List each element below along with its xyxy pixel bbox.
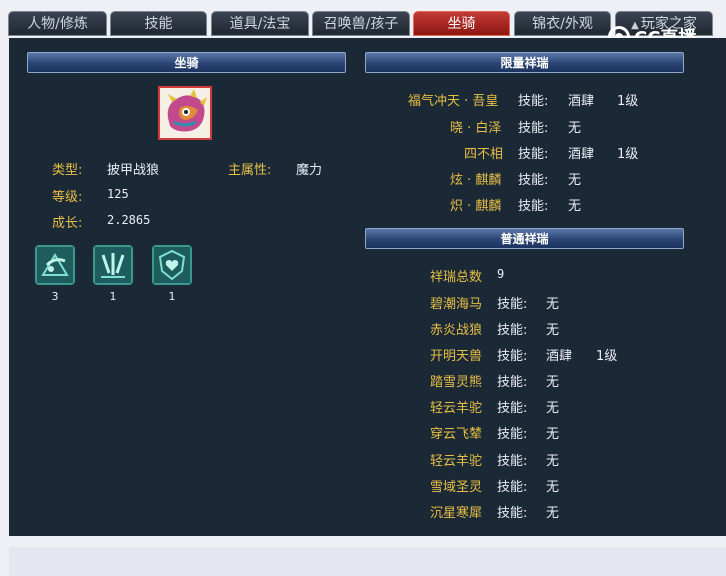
tab-mounts[interactable]: 坐骑: [413, 11, 510, 36]
tab-character[interactable]: 人物/修炼: [8, 11, 107, 36]
mount-portrait-icon: [160, 88, 210, 138]
limited-name-1: 福气冲天 · 吾皇: [408, 94, 499, 109]
limited-skill-2: 无: [568, 121, 582, 136]
limited-skill-label-2: 技能:: [518, 121, 549, 136]
tab-skills[interactable]: 技能: [110, 11, 207, 36]
normal-skill-label-4: 技能:: [497, 375, 528, 390]
skill-3-count: 1: [168, 290, 176, 303]
normal-skill-label-1: 技能:: [497, 297, 528, 312]
normal-skill-label-3: 技能:: [497, 349, 528, 364]
normal-skill-label-7: 技能:: [497, 454, 528, 469]
normal-skill-label-9: 技能:: [497, 506, 528, 521]
normal-section-header: 普通祥瑞: [365, 228, 684, 249]
normal-skill-6: 无: [546, 427, 560, 442]
limited-skill-4: 无: [568, 173, 582, 188]
skill-slot-2[interactable]: [93, 245, 133, 285]
tab-summons[interactable]: 召唤兽/孩子: [312, 11, 410, 36]
type-label: 类型:: [52, 163, 83, 178]
normal-skill-1: 无: [546, 297, 560, 312]
skill-2-count: 1: [109, 290, 117, 303]
limited-name-5: 炽 · 麒麟: [450, 199, 502, 214]
normal-skill-label-2: 技能:: [497, 323, 528, 338]
limited-name-3: 四不相: [464, 147, 504, 162]
claw-skill-icon: [95, 247, 131, 283]
limited-level-3: 1级: [617, 147, 639, 162]
normal-skill-label-6: 技能:: [497, 427, 528, 442]
level-value: 125: [107, 187, 129, 201]
normal-skill-4: 无: [546, 375, 560, 390]
limited-level-1: 1级: [617, 94, 639, 109]
limited-section-header: 限量祥瑞: [365, 52, 684, 73]
limited-skill-5: 无: [568, 199, 582, 214]
mount-panel: 坐骑 类型: 披甲战狼 主属性: 魔力 等级: 125 成长: 2.2865 3…: [9, 38, 726, 536]
normal-name-5: 轻云羊驼: [430, 401, 483, 416]
normal-skill-3: 酒肆: [546, 349, 573, 364]
wing-skill-icon: [37, 247, 73, 283]
main-attribute-value: 魔力: [296, 163, 323, 178]
normal-skill-9: 无: [546, 506, 560, 521]
limited-name-2: 晓 · 白泽: [450, 121, 502, 136]
main-attribute-label: 主属性:: [228, 163, 272, 178]
growth-label: 成长:: [52, 216, 83, 231]
normal-name-8: 雪域圣灵: [430, 480, 483, 495]
normal-skill-label-5: 技能:: [497, 401, 528, 416]
normal-skill-label-8: 技能:: [497, 480, 528, 495]
tab-appearance[interactable]: 锦衣/外观: [514, 11, 611, 36]
mount-avatar[interactable]: [158, 86, 212, 140]
normal-name-9: 沉星寒犀: [430, 506, 483, 521]
normal-name-7: 轻云羊驼: [430, 454, 483, 469]
normal-skill-5: 无: [546, 401, 560, 416]
normal-level-3: 1级: [596, 349, 618, 364]
limited-name-4: 炫 · 麒麟: [450, 173, 502, 188]
limited-skill-label-3: 技能:: [518, 147, 549, 162]
limited-skill-label-1: 技能:: [518, 94, 549, 109]
type-value: 披甲战狼: [107, 163, 160, 178]
normal-name-1: 碧潮海马: [430, 297, 483, 312]
limited-skill-3: 酒肆: [568, 147, 595, 162]
skill-slot-3[interactable]: [152, 245, 192, 285]
normal-skill-8: 无: [546, 480, 560, 495]
limited-skill-label-4: 技能:: [518, 173, 549, 188]
normal-name-3: 开明天兽: [430, 349, 483, 364]
skill-slot-1[interactable]: [35, 245, 75, 285]
bottom-strip: [9, 547, 726, 576]
limited-skill-1: 酒肆: [568, 94, 595, 109]
normal-skill-7: 无: [546, 454, 560, 469]
normal-name-2: 赤炎战狼: [430, 323, 483, 338]
growth-value: 2.2865: [107, 213, 151, 227]
level-label: 等级:: [52, 190, 83, 205]
skill-1-count: 3: [51, 290, 59, 303]
normal-name-4: 踏雪灵熊: [430, 375, 483, 390]
mount-section-header: 坐骑: [27, 52, 346, 73]
total-count-value: 9: [497, 267, 505, 281]
normal-skill-2: 无: [546, 323, 560, 338]
heart-shield-skill-icon: [154, 247, 190, 283]
limited-skill-label-5: 技能:: [518, 199, 549, 214]
tab-items[interactable]: 道具/法宝: [211, 11, 309, 36]
total-count-label: 祥瑞总数: [430, 270, 483, 285]
normal-name-6: 穿云飞辇: [430, 427, 483, 442]
